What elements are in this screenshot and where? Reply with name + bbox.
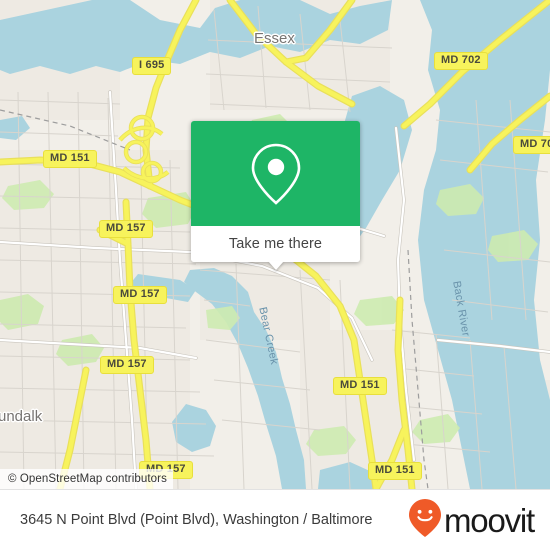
highway-shield-md-151-left[interactable]: MD 151: [43, 150, 97, 168]
popup-action-bar[interactable]: Take me there: [191, 226, 360, 270]
highway-shield-md-151-mid[interactable]: MD 151: [333, 377, 387, 395]
location-popup-card[interactable]: Take me there: [191, 121, 360, 270]
highway-shield-md-702-right[interactable]: MD 702: [513, 136, 550, 154]
highway-shield-i-695[interactable]: I 695: [132, 57, 172, 75]
highway-shield-md-151-bottom[interactable]: MD 151: [368, 462, 422, 480]
moovit-map-screenshot: Essex undalk Back River Bear Creek I 695…: [0, 0, 550, 550]
place-label-essex: Essex: [254, 30, 295, 47]
moovit-wordmark: moovit: [444, 501, 535, 539]
map-canvas[interactable]: Essex undalk Back River Bear Creek I 695…: [0, 0, 550, 489]
place-label-dundalk: undalk: [0, 408, 43, 425]
address-title: 3645 N Point Blvd (Point Blvd), Washingt…: [20, 511, 373, 528]
take-me-there-label: Take me there: [228, 236, 323, 252]
moovit-smiley-pin-icon: [408, 498, 442, 543]
popup-pointer-tip: [267, 261, 284, 270]
footer-bar: 3645 N Point Blvd (Point Blvd), Washingt…: [0, 489, 550, 550]
highway-shield-md-157-lower[interactable]: MD 157: [100, 356, 154, 374]
popup-header: [191, 121, 360, 226]
map-pin-icon: [250, 142, 302, 206]
moovit-logo[interactable]: moovit: [408, 498, 535, 543]
highway-shield-md-157-mid[interactable]: MD 157: [113, 286, 167, 304]
osm-attribution[interactable]: © OpenStreetMap contributors: [0, 469, 173, 489]
highway-shield-md-157-upper[interactable]: MD 157: [99, 220, 153, 238]
highway-shield-md-702-top[interactable]: MD 702: [434, 52, 488, 70]
